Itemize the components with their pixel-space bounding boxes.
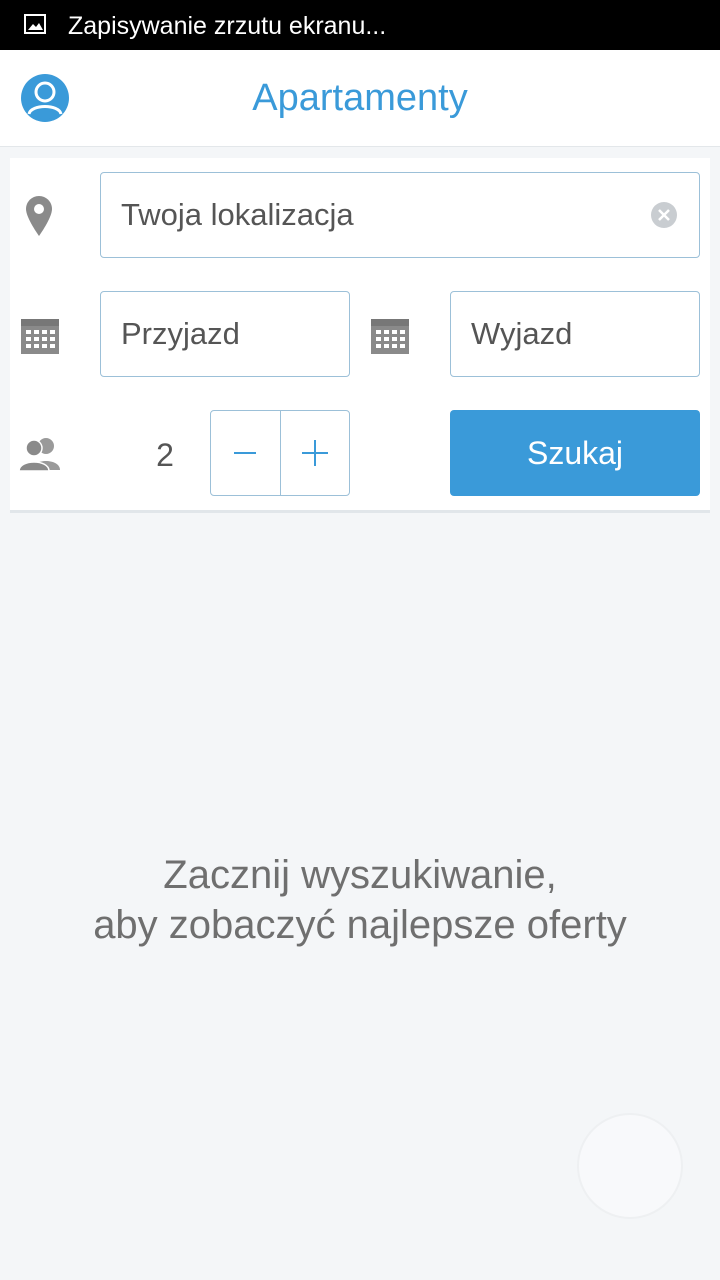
- location-placeholder: Twoja lokalizacja: [121, 197, 354, 232]
- clear-icon[interactable]: [649, 200, 679, 230]
- app-bar: Apartamenty: [0, 50, 720, 147]
- arrival-date-field[interactable]: Przyjazd: [100, 291, 350, 377]
- search-button[interactable]: Szukaj: [450, 410, 700, 496]
- increment-button[interactable]: [281, 411, 350, 495]
- status-text: Zapisywanie zrzutu ekranu...: [68, 12, 387, 40]
- guests-icon: [18, 438, 60, 472]
- empty-state-line-1: Zacznij wyszukiwanie,: [163, 853, 557, 897]
- calendar-icon: [371, 319, 409, 354]
- guest-count: 2: [156, 437, 174, 473]
- image-icon: [24, 14, 46, 34]
- location-input[interactable]: Twoja lokalizacja: [100, 172, 700, 258]
- search-panel: Twoja lokalizacja Przyjazd Wyjazd 2 Szuk…: [10, 158, 710, 513]
- calendar-icon: [21, 319, 59, 354]
- empty-state-message: Zacznij wyszukiwanie, aby zobaczyć najle…: [0, 850, 720, 950]
- plus-icon: [301, 440, 328, 466]
- empty-state-line-2: aby zobaczyć najlepsze oferty: [93, 903, 627, 947]
- guests-stepper: [210, 410, 350, 496]
- status-bar: Zapisywanie zrzutu ekranu...: [0, 0, 720, 50]
- page-title: Apartamenty: [252, 77, 468, 119]
- floating-action-button[interactable]: [577, 1113, 683, 1219]
- departure-placeholder: Wyjazd: [471, 316, 573, 351]
- arrival-placeholder: Przyjazd: [121, 316, 240, 351]
- departure-date-field[interactable]: Wyjazd: [450, 291, 700, 377]
- decrement-button[interactable]: [211, 411, 281, 495]
- minus-icon: [234, 452, 257, 454]
- location-pin-icon: [26, 196, 52, 236]
